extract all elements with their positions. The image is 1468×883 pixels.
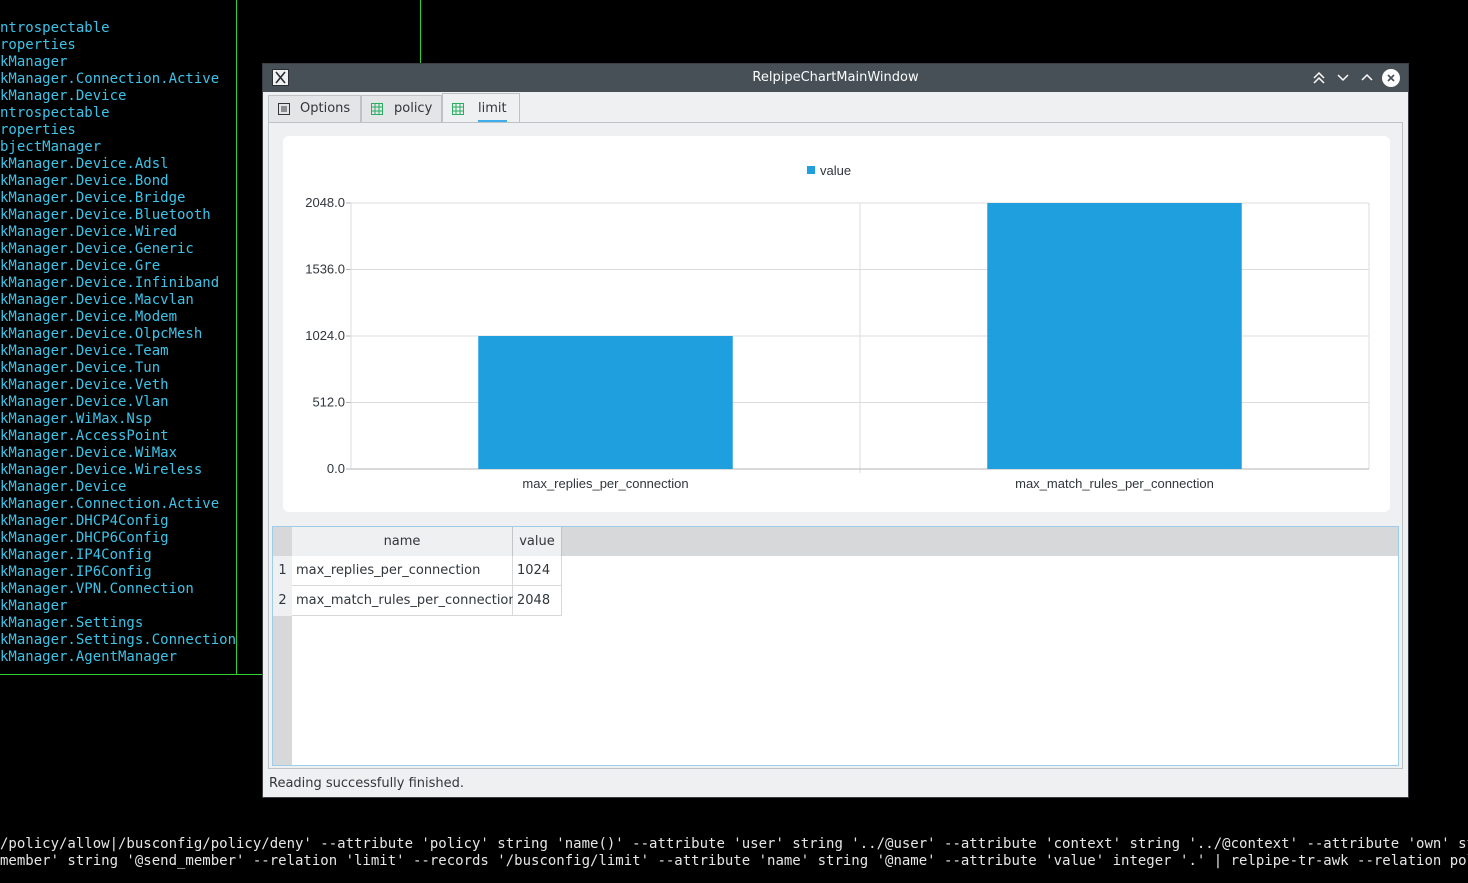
terminal-list-line: roperties xyxy=(0,37,76,53)
terminal-interface-list: ntrospectable roperties kManager kManager.C… xyxy=(0,20,236,666)
terminal-command-line-2: member' string '@send_member' --relation… xyxy=(0,853,1468,869)
terminal-list-line: kManager.DHCP6Config xyxy=(0,530,169,546)
tab-limit[interactable]: limit xyxy=(442,93,520,123)
terminal-list-line: kManager.Device.Adsl xyxy=(0,156,169,172)
terminal-list-line: kManager.Device.Tun xyxy=(0,360,161,376)
table-icon xyxy=(452,103,464,115)
terminal-list-line: kManager.Device.Modem xyxy=(0,309,178,325)
terminal-list-line: kManager.WiMax.Nsp xyxy=(0,411,152,427)
terminal-list-line: kManager.Device.Infiniband xyxy=(0,275,220,291)
legend-label: value xyxy=(820,163,851,178)
y-tick-label: 1024.0 xyxy=(305,328,345,343)
maximize-button[interactable] xyxy=(1358,69,1376,87)
terminal-pane-divider-2 xyxy=(420,0,421,63)
table-corner-button[interactable] xyxy=(273,527,292,556)
terminal-list-line: kManager.Device.Wireless xyxy=(0,462,203,478)
close-icon xyxy=(1387,74,1395,82)
terminal-list-line: roperties xyxy=(0,122,76,138)
legend-swatch xyxy=(807,166,815,174)
table-cell-value[interactable]: 2048 xyxy=(513,586,562,616)
terminal-list-line: kManager.Settings.Connection xyxy=(0,632,236,648)
terminal-list-line: kManager xyxy=(0,54,68,70)
chevron-up-icon xyxy=(1361,73,1373,81)
terminal-list-line: kManager.Connection.Active xyxy=(0,496,220,512)
tab-limit-label: limit xyxy=(478,96,507,122)
terminal-list-line: kManager.Device.WiMax xyxy=(0,445,178,461)
bar-chart-card: 0.0 512.0 1024.0 1536.0 2048.0 max_replies_pe… xyxy=(283,136,1390,512)
terminal-list-line: kManager.Device.OlpcMesh xyxy=(0,326,203,342)
table-cell-name[interactable]: max_match_rules_per_connection xyxy=(292,586,517,616)
y-tick-label: 2048.0 xyxy=(305,195,345,210)
tab-options[interactable]: Options xyxy=(268,95,361,122)
terminal-list-line: kManager.VPN.Connection xyxy=(0,581,194,597)
x-category-label: max_replies_per_connection xyxy=(522,476,688,491)
bar-chart: 0.0 512.0 1024.0 1536.0 2048.0 max_replies_pe… xyxy=(305,163,1370,491)
terminal-command-line-1: /policy/allow|/busconfig/policy/deny' --… xyxy=(0,836,1468,852)
tab-panel-limit: 0.0 512.0 1024.0 1536.0 2048.0 max_replies_pe… xyxy=(268,122,1403,769)
chart-main-window: RelpipeChartMainWindow Options policy li… xyxy=(262,63,1409,798)
terminal-list-line: kManager xyxy=(0,598,68,614)
terminal-list-line: kManager.AgentManager xyxy=(0,649,178,665)
terminal-list-line: kManager.Device.Veth xyxy=(0,377,169,393)
status-bar-message: Reading successfully finished. xyxy=(269,776,465,791)
window-title: RelpipeChartMainWindow xyxy=(752,70,919,85)
terminal-list-line: kManager.Device.Gre xyxy=(0,258,161,274)
y-tick-label: 512.0 xyxy=(312,395,345,410)
options-icon xyxy=(278,103,290,115)
terminal-list-line: ntrospectable xyxy=(0,105,110,121)
y-tick-label: 0.0 xyxy=(327,461,345,476)
column-header-value[interactable]: value xyxy=(513,527,562,556)
tab-policy[interactable]: policy xyxy=(361,95,442,122)
tab-options-label: Options xyxy=(300,101,351,116)
terminal-list-line: kManager.Device.Bridge xyxy=(0,190,186,206)
terminal-list-line: kManager.Device xyxy=(0,88,127,104)
terminal-list-line: kManager.Device.Vlan xyxy=(0,394,169,410)
tab-policy-label: policy xyxy=(394,101,433,116)
row-header[interactable]: 1 xyxy=(273,556,292,586)
terminal-list-line: kManager.Device.Bluetooth xyxy=(0,207,211,223)
table-cell-value[interactable]: 1024 xyxy=(513,556,562,586)
window-titlebar[interactable]: RelpipeChartMainWindow xyxy=(263,64,1408,92)
terminal-list-line: kManager.Device.Generic xyxy=(0,241,194,257)
terminal-list-line: kManager.Device.Bond xyxy=(0,173,169,189)
terminal-list-line: bjectManager xyxy=(0,139,102,155)
terminal-list-line: kManager.Device xyxy=(0,479,127,495)
terminal-list-line: kManager.Settings xyxy=(0,615,144,631)
terminal-list-line: kManager.Device.Team xyxy=(0,343,169,359)
row-header[interactable]: 2 xyxy=(273,586,292,616)
terminal-list-line: kManager.Device.Macvlan xyxy=(0,292,194,308)
data-table[interactable]: name value 1 2 max_replies_per_connectio… xyxy=(272,526,1399,766)
chevron-down-icon xyxy=(1337,74,1349,82)
close-button[interactable] xyxy=(1382,69,1400,87)
x-category-label: max_match_rules_per_connection xyxy=(1015,476,1214,491)
minimize-button[interactable] xyxy=(1334,69,1352,87)
bar xyxy=(478,336,733,469)
terminal-list-line: kManager.Device.Wired xyxy=(0,224,178,240)
column-header-name[interactable]: name xyxy=(292,527,513,556)
keep-above-button[interactable] xyxy=(1310,69,1328,87)
table-cell-name[interactable]: max_replies_per_connection xyxy=(292,556,513,586)
terminal-pane-divider xyxy=(236,0,237,674)
y-tick-label: 1536.0 xyxy=(305,262,345,277)
terminal-pane-bottom-border xyxy=(0,674,262,675)
terminal-list-line: kManager.Connection.Active xyxy=(0,71,220,87)
terminal-list-line: kManager.DHCP4Config xyxy=(0,513,169,529)
double-chevron-up-icon xyxy=(1313,71,1325,84)
terminal-list-line: kManager.AccessPoint xyxy=(0,428,169,444)
table-header: name value xyxy=(273,527,1398,556)
terminal-list-line: kManager.IP6Config xyxy=(0,564,152,580)
table-icon xyxy=(371,103,383,115)
terminal-list-line: kManager.IP4Config xyxy=(0,547,152,563)
bar xyxy=(987,203,1242,469)
terminal-list-line: ntrospectable xyxy=(0,20,110,36)
